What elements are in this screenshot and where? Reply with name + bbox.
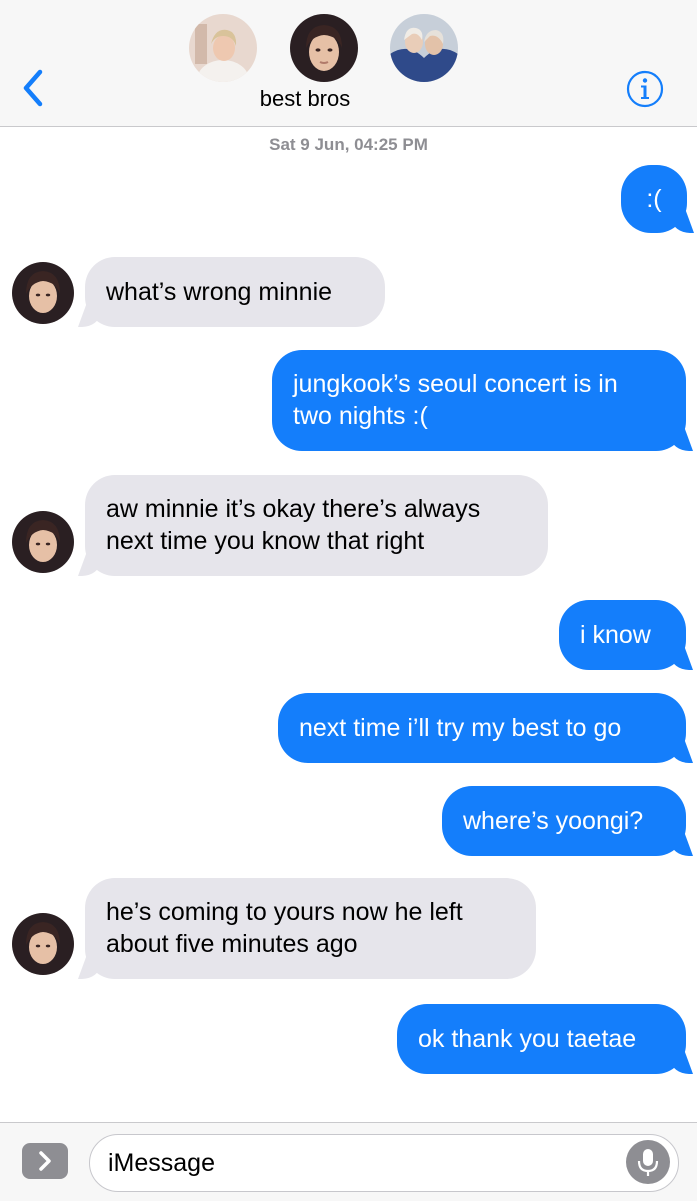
info-button[interactable] (626, 70, 664, 108)
sent-message[interactable]: ok thank you taetae (397, 1004, 686, 1074)
chevron-right-icon (39, 1151, 51, 1171)
received-message[interactable]: what’s wrong minnie (85, 257, 385, 327)
group-avatar-1[interactable] (189, 14, 257, 82)
sent-message[interactable]: jungkook’s seoul concert is in two night… (272, 350, 686, 451)
chevron-left-icon (23, 69, 43, 107)
sender-avatar[interactable] (12, 262, 74, 324)
microphone-icon (637, 1149, 659, 1176)
back-button[interactable] (18, 68, 48, 108)
info-icon (626, 70, 664, 108)
message-composer: iMessage (0, 1122, 697, 1201)
message-input-placeholder: iMessage (108, 1149, 215, 1177)
message-input[interactable]: iMessage (89, 1134, 679, 1192)
sent-message[interactable]: :( (621, 165, 687, 233)
message-timestamp: Sat 9 Jun, 04:25 PM (269, 135, 428, 154)
sender-avatar[interactable] (12, 511, 74, 573)
apps-button[interactable] (22, 1143, 68, 1179)
conversation-header: best bros (0, 0, 697, 127)
group-avatar-3[interactable] (390, 14, 458, 82)
sent-message[interactable]: i know (559, 600, 686, 670)
sent-message[interactable]: where’s yoongi? (442, 786, 686, 856)
group-name[interactable]: best bros (205, 86, 405, 112)
microphone-button[interactable] (626, 1140, 670, 1184)
received-message[interactable]: aw minnie it’s okay there’s always next … (85, 475, 548, 576)
received-message[interactable]: he’s coming to yours now he left about f… (85, 878, 536, 979)
sent-message[interactable]: next time i’ll try my best to go (278, 693, 686, 763)
group-avatar-2[interactable] (290, 14, 358, 82)
sender-avatar[interactable] (12, 913, 74, 975)
